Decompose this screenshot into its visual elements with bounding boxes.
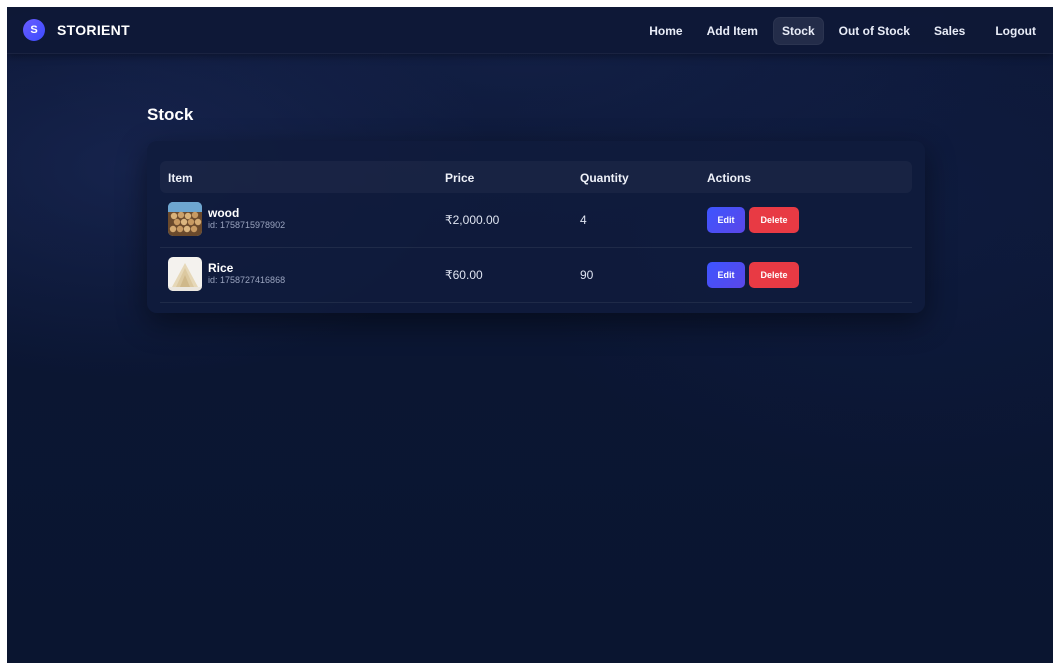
row-actions: Edit Delete xyxy=(707,207,799,233)
edit-button[interactable]: Edit xyxy=(707,262,745,288)
stock-card: Item Price Quantity Actions wood id: 175… xyxy=(147,141,925,313)
item-name: Rice xyxy=(208,261,234,275)
stock-table: Item Price Quantity Actions wood id: 175… xyxy=(160,161,912,303)
delete-button[interactable]: Delete xyxy=(749,207,799,233)
top-navbar: S STORIENT Home Add Item Stock Out of St… xyxy=(7,7,1053,54)
item-cell: wood id: 1758715978902 xyxy=(168,202,285,236)
item-cell: Rice id: 1758727416868 xyxy=(168,257,285,291)
nav-stock[interactable]: Stock xyxy=(772,17,824,45)
brand-logo-icon: S xyxy=(23,19,45,41)
brand[interactable]: S STORIENT xyxy=(23,19,130,41)
nav-out-of-stock[interactable]: Out of Stock xyxy=(830,17,919,45)
row-actions: Edit Delete xyxy=(707,262,799,288)
item-price: ₹60.00 xyxy=(445,268,483,282)
table-row: Rice id: 1758727416868 ₹60.00 90 Edit De… xyxy=(160,248,912,303)
nav-links: Home Add Item Stock Out of Stock Sales L… xyxy=(640,17,1045,45)
header-price: Price xyxy=(445,171,475,185)
nav-home[interactable]: Home xyxy=(640,17,691,45)
item-quantity: 4 xyxy=(580,213,587,227)
nav-add-item[interactable]: Add Item xyxy=(698,17,767,45)
item-text: Rice id: 1758727416868 xyxy=(208,262,285,286)
item-quantity: 90 xyxy=(580,268,594,282)
item-price: ₹2,000.00 xyxy=(445,213,500,227)
item-id: id: 1758715978902 xyxy=(208,220,286,230)
item-name: wood xyxy=(208,206,240,220)
delete-button[interactable]: Delete xyxy=(749,262,799,288)
nav-logout[interactable]: Logout xyxy=(986,17,1045,45)
header-quantity: Quantity xyxy=(580,171,629,185)
item-id: id: 1758727416868 xyxy=(208,275,286,285)
app-window: S STORIENT Home Add Item Stock Out of St… xyxy=(7,7,1053,663)
table-header: Item Price Quantity Actions xyxy=(160,161,912,193)
item-text: wood id: 1758715978902 xyxy=(208,207,285,231)
wood-thumbnail-image xyxy=(168,202,202,236)
brand-name: STORIENT xyxy=(57,22,130,38)
edit-button[interactable]: Edit xyxy=(707,207,745,233)
table-row: wood id: 1758715978902 ₹2,000.00 4 Edit … xyxy=(160,193,912,248)
rice-thumbnail-image xyxy=(168,257,202,291)
nav-sales[interactable]: Sales xyxy=(925,17,974,45)
header-item: Item xyxy=(168,171,193,185)
header-actions: Actions xyxy=(707,171,752,185)
page-title: Stock xyxy=(147,105,194,124)
